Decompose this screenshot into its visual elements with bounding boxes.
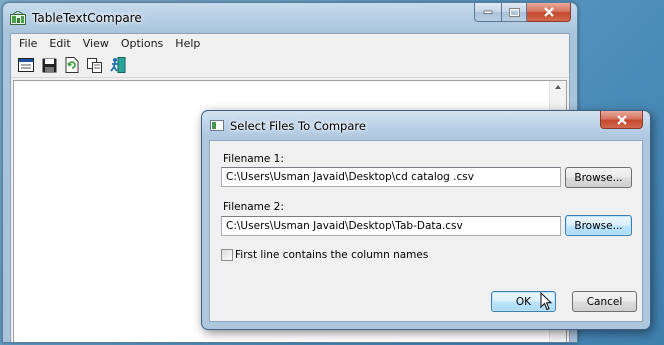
mouse-cursor-icon (540, 292, 552, 311)
app-icon (10, 11, 26, 25)
close-button[interactable] (527, 3, 571, 22)
menu-file[interactable]: File (13, 34, 43, 53)
save-icon (42, 58, 56, 72)
menu-help[interactable]: Help (169, 34, 206, 53)
browse1-button[interactable]: Browse... (565, 167, 632, 188)
menu-edit[interactable]: Edit (43, 34, 76, 53)
dialog-titlebar[interactable]: Select Files To Compare (202, 111, 650, 139)
first-line-header-label[interactable]: First line contains the column names (235, 249, 428, 261)
dialog-body: Filename 1: C:\Users\Usman Javaid\Deskto… (209, 140, 643, 322)
dialog-title: Select Files To Compare (230, 119, 366, 133)
close-icon (616, 114, 627, 125)
window-title: TableTextCompare (32, 11, 142, 25)
main-titlebar[interactable]: TableTextCompare (3, 3, 577, 33)
close-icon (543, 7, 554, 17)
select-files-dialog: Select Files To Compare Filename 1: C:\U… (201, 110, 651, 330)
toolbar-exit-button[interactable] (108, 55, 128, 75)
toolbar-copy-button[interactable] (85, 55, 105, 75)
menu-options[interactable]: Options (115, 34, 169, 53)
first-line-header-checkbox[interactable] (221, 249, 233, 261)
toolbar-window-button[interactable] (16, 55, 36, 75)
copy-icon (87, 57, 102, 73)
scroll-up-arrow-icon[interactable] (555, 85, 561, 89)
exit-icon (110, 57, 126, 73)
cancel-button[interactable]: Cancel (572, 291, 637, 312)
menu-view[interactable]: View (77, 34, 115, 53)
browse2-button[interactable]: Browse... (565, 215, 632, 236)
minimize-button[interactable] (474, 3, 501, 22)
minimize-icon (483, 10, 493, 14)
maximize-icon (508, 7, 520, 17)
toolbar-refresh-button[interactable] (62, 55, 82, 75)
dialog-icon (210, 120, 224, 131)
maximize-button[interactable] (501, 3, 527, 22)
dialog-close-button[interactable] (600, 111, 643, 129)
filename2-field[interactable]: C:\Users\Usman Javaid\Desktop\Tab-Data.c… (221, 216, 561, 236)
toolbar (11, 53, 569, 78)
filename1-label: Filename 1: (223, 153, 284, 165)
filename2-label: Filename 2: (223, 201, 284, 213)
filename1-field[interactable]: C:\Users\Usman Javaid\Desktop\cd catalog… (221, 167, 561, 187)
refresh-icon (65, 57, 79, 73)
toolbar-save-button[interactable] (39, 55, 59, 75)
window-controls (474, 3, 571, 22)
menu-bar: File Edit View Options Help (11, 34, 569, 53)
window-icon (18, 58, 34, 72)
